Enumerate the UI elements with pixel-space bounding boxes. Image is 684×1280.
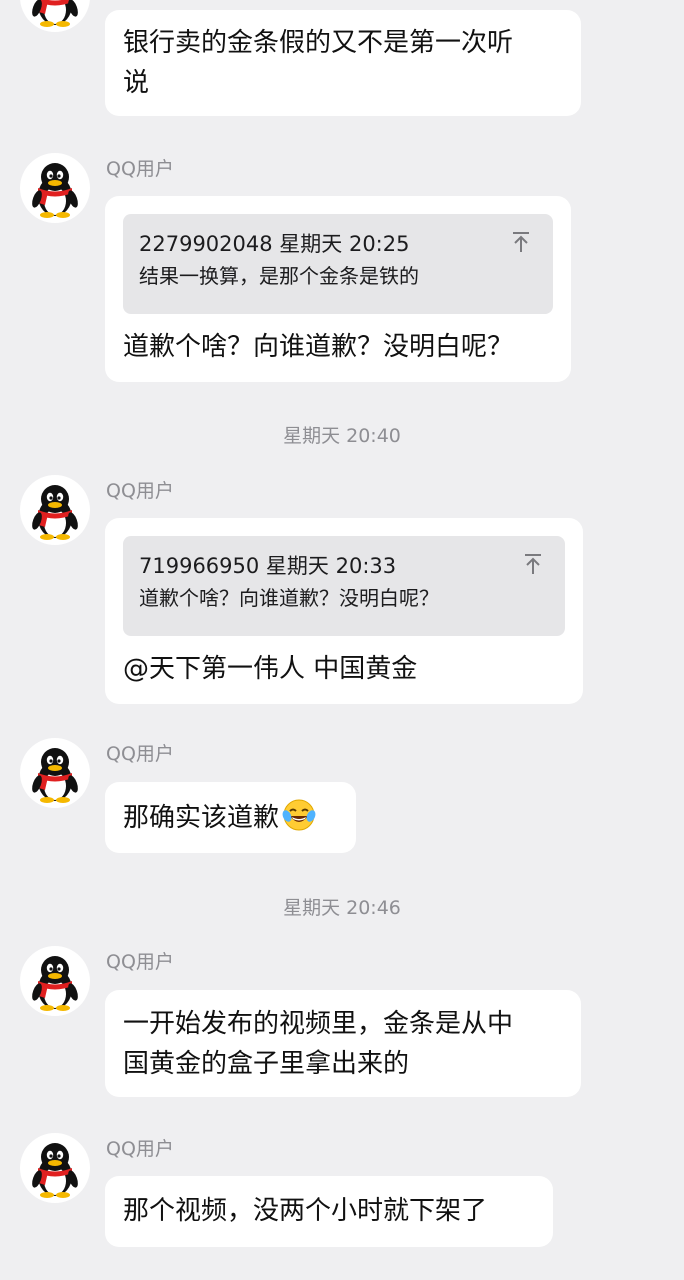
time-divider: 星期天 20:40 <box>283 425 401 447</box>
message-text: 道歉个啥？向谁道歉？没明白呢？ <box>123 332 514 362</box>
avatar[interactable] <box>20 0 90 32</box>
jump-to-top-icon[interactable] <box>523 552 543 576</box>
avatar[interactable] <box>20 946 90 1016</box>
jump-to-top-icon[interactable] <box>511 230 531 254</box>
quote-header: 2279902048 星期天 20:25 <box>139 232 410 256</box>
message-bubble[interactable]: 那个视频，没两个小时就下架了 <box>105 1176 553 1247</box>
message-bubble[interactable]: 一开始发布的视频里，金条是从中 国黄金的盒子里拿出来的 <box>105 990 581 1097</box>
time-divider: 星期天 20:46 <box>283 897 401 919</box>
avatar[interactable] <box>20 475 90 545</box>
message-text: @天下第一伟人 中国黄金 <box>123 654 418 684</box>
tears-of-joy-emoji-icon <box>282 799 316 831</box>
quoted-message[interactable]: 719966950 星期天 20:33 道歉个啥？向谁道歉？没明白呢？ <box>123 536 565 636</box>
sender-name: QQ用户 <box>106 158 174 180</box>
avatar[interactable] <box>20 738 90 808</box>
penguin-icon <box>32 748 78 803</box>
quoted-message[interactable]: 2279902048 星期天 20:25 结果一换算，是那个金条是铁的 <box>123 214 553 314</box>
penguin-icon <box>32 0 78 27</box>
message-text-content: 那确实该道歉 <box>123 803 280 833</box>
sender-name: QQ用户 <box>106 951 174 973</box>
sender-name: QQ用户 <box>106 743 174 765</box>
message-text: 一开始发布的视频里，金条是从中 国黄金的盒子里拿出来的 <box>123 1009 514 1079</box>
message-bubble[interactable]: 银行卖的金条假的又不是第一次听 说 <box>105 10 581 116</box>
sender-name: QQ用户 <box>106 480 174 502</box>
quote-text: 道歉个啥？向谁道歉？没明白呢？ <box>139 586 439 610</box>
message-text: 银行卖的金条假的又不是第一次听 说 <box>123 28 514 98</box>
quote-text: 结果一换算，是那个金条是铁的 <box>139 264 419 288</box>
avatar[interactable] <box>20 1133 90 1203</box>
message-bubble[interactable]: 2279902048 星期天 20:25 结果一换算，是那个金条是铁的 道歉个啥… <box>105 196 571 382</box>
avatar[interactable] <box>20 153 90 223</box>
message-text: 那确实该道歉 <box>105 782 356 838</box>
message-text: 那个视频，没两个小时就下架了 <box>123 1196 488 1226</box>
quote-header: 719966950 星期天 20:33 <box>139 554 397 578</box>
penguin-icon <box>32 163 78 218</box>
message-bubble[interactable]: 那确实该道歉 <box>105 782 356 853</box>
penguin-icon <box>32 485 78 540</box>
penguin-icon <box>32 1143 78 1198</box>
penguin-icon <box>32 956 78 1011</box>
sender-name: QQ用户 <box>106 1138 174 1160</box>
message-bubble[interactable]: 719966950 星期天 20:33 道歉个啥？向谁道歉？没明白呢？ @天下第… <box>105 518 583 704</box>
